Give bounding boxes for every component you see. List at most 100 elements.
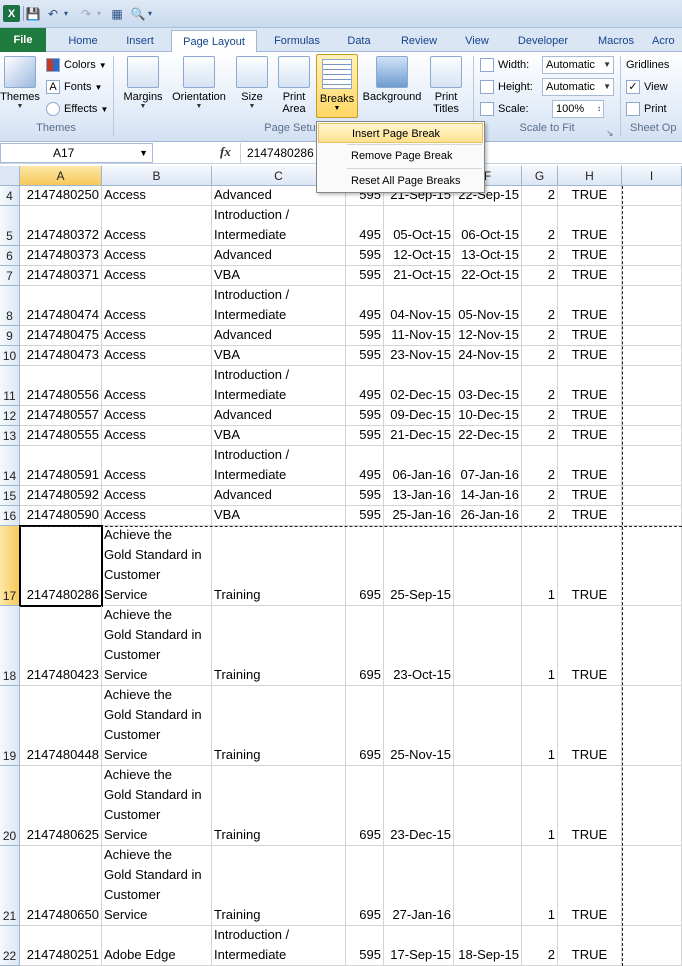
cell-d9[interactable]: 595 bbox=[346, 326, 384, 346]
cell-f5[interactable]: 06-Oct-15 bbox=[454, 206, 522, 246]
cell-e10[interactable]: 23-Nov-15 bbox=[384, 346, 454, 366]
tab-macros[interactable]: Macros bbox=[586, 30, 646, 52]
cell-c6[interactable]: Advanced bbox=[212, 246, 346, 266]
cell-f20[interactable] bbox=[454, 766, 522, 846]
undo-dropdown-icon[interactable]: ▾ bbox=[62, 5, 70, 22]
cell-i13[interactable] bbox=[622, 426, 682, 446]
cell-h5[interactable]: TRUE bbox=[558, 206, 622, 246]
cell-a11[interactable]: 2147480556 bbox=[20, 366, 102, 406]
cell-b20[interactable]: Achieve the Gold Standard in Customer Se… bbox=[102, 766, 212, 846]
cell-d12[interactable]: 595 bbox=[346, 406, 384, 426]
tab-developer[interactable]: Developer bbox=[508, 30, 578, 52]
cell-h22[interactable]: TRUE bbox=[558, 926, 622, 966]
cell-a16[interactable]: 2147480590 bbox=[20, 506, 102, 526]
cell-f16[interactable]: 26-Jan-16 bbox=[454, 506, 522, 526]
cell-a19[interactable]: 2147480448 bbox=[20, 686, 102, 766]
width-select[interactable]: Automatic ▼ bbox=[542, 56, 614, 74]
cell-f7[interactable]: 22-Oct-15 bbox=[454, 266, 522, 286]
cell-a8[interactable]: 2147480474 bbox=[20, 286, 102, 326]
cell-g11[interactable]: 2 bbox=[522, 366, 558, 406]
cell-h13[interactable]: TRUE bbox=[558, 426, 622, 446]
cell-b16[interactable]: Access bbox=[102, 506, 212, 526]
cell-e16[interactable]: 25-Jan-16 bbox=[384, 506, 454, 526]
colors-button[interactable]: Colors ▼ bbox=[46, 56, 107, 74]
cell-e12[interactable]: 09-Dec-15 bbox=[384, 406, 454, 426]
margins-button[interactable]: Margins ▼ bbox=[120, 56, 166, 111]
cell-h10[interactable]: TRUE bbox=[558, 346, 622, 366]
cell-g12[interactable]: 2 bbox=[522, 406, 558, 426]
tab-review[interactable]: Review bbox=[392, 30, 446, 52]
cell-i4[interactable] bbox=[622, 186, 682, 206]
tab-page-layout[interactable]: Page Layout bbox=[171, 30, 257, 53]
cell-d20[interactable]: 695 bbox=[346, 766, 384, 846]
cell-g15[interactable]: 2 bbox=[522, 486, 558, 506]
cell-b8[interactable]: Access bbox=[102, 286, 212, 326]
chart-icon[interactable]: ▦ bbox=[108, 5, 126, 22]
cell-c18[interactable]: Training bbox=[212, 606, 346, 686]
cell-h20[interactable]: TRUE bbox=[558, 766, 622, 846]
cell-g17[interactable]: 1 bbox=[522, 526, 558, 606]
cell-a21[interactable]: 2147480650 bbox=[20, 846, 102, 926]
row-header[interactable]: 20 bbox=[0, 766, 20, 846]
cell-f6[interactable]: 13-Oct-15 bbox=[454, 246, 522, 266]
cell-a20[interactable]: 2147480625 bbox=[20, 766, 102, 846]
cell-g20[interactable]: 1 bbox=[522, 766, 558, 846]
cell-i11[interactable] bbox=[622, 366, 682, 406]
cell-d17[interactable]: 695 bbox=[346, 526, 384, 606]
tab-file[interactable]: File bbox=[0, 28, 46, 52]
cell-b13[interactable]: Access bbox=[102, 426, 212, 446]
cell-d15[interactable]: 595 bbox=[346, 486, 384, 506]
cell-h19[interactable]: TRUE bbox=[558, 686, 622, 766]
cell-f10[interactable]: 24-Nov-15 bbox=[454, 346, 522, 366]
cell-g7[interactable]: 2 bbox=[522, 266, 558, 286]
cell-b21[interactable]: Achieve the Gold Standard in Customer Se… bbox=[102, 846, 212, 926]
cell-f14[interactable]: 07-Jan-16 bbox=[454, 446, 522, 486]
row-header[interactable]: 5 bbox=[0, 206, 20, 246]
cell-e9[interactable]: 11-Nov-15 bbox=[384, 326, 454, 346]
cell-d21[interactable]: 695 bbox=[346, 846, 384, 926]
row-header[interactable]: 11 bbox=[0, 366, 20, 406]
print-area-button[interactable]: Print Area bbox=[274, 56, 314, 115]
cell-g5[interactable]: 2 bbox=[522, 206, 558, 246]
redo-icon[interactable]: ↷ bbox=[78, 5, 94, 22]
cell-a22[interactable]: 2147480251 bbox=[20, 926, 102, 966]
cell-e6[interactable]: 12-Oct-15 bbox=[384, 246, 454, 266]
cell-g14[interactable]: 2 bbox=[522, 446, 558, 486]
tab-data[interactable]: Data bbox=[337, 30, 381, 52]
gridlines-view-checkbox[interactable]: ✓ View bbox=[626, 78, 668, 96]
cell-f17[interactable] bbox=[454, 526, 522, 606]
effects-button[interactable]: Effects ▼ bbox=[46, 100, 108, 118]
cell-f8[interactable]: 05-Nov-15 bbox=[454, 286, 522, 326]
cell-a14[interactable]: 2147480591 bbox=[20, 446, 102, 486]
cell-e21[interactable]: 27-Jan-16 bbox=[384, 846, 454, 926]
tab-view[interactable]: View bbox=[454, 30, 500, 52]
cell-g4[interactable]: 2 bbox=[522, 186, 558, 206]
cell-e14[interactable]: 06-Jan-16 bbox=[384, 446, 454, 486]
cell-h15[interactable]: TRUE bbox=[558, 486, 622, 506]
cell-i8[interactable] bbox=[622, 286, 682, 326]
cell-e5[interactable]: 05-Oct-15 bbox=[384, 206, 454, 246]
cell-h14[interactable]: TRUE bbox=[558, 446, 622, 486]
name-box[interactable]: A17 ▼ bbox=[0, 143, 153, 163]
cell-a13[interactable]: 2147480555 bbox=[20, 426, 102, 446]
cell-g19[interactable]: 1 bbox=[522, 686, 558, 766]
row-header[interactable]: 17 bbox=[0, 526, 20, 606]
row-header[interactable]: 21 bbox=[0, 846, 20, 926]
cell-i22[interactable] bbox=[622, 926, 682, 966]
cell-i15[interactable] bbox=[622, 486, 682, 506]
cell-b14[interactable]: Access bbox=[102, 446, 212, 486]
cell-b11[interactable]: Access bbox=[102, 366, 212, 406]
cell-e18[interactable]: 23-Oct-15 bbox=[384, 606, 454, 686]
cell-g21[interactable]: 1 bbox=[522, 846, 558, 926]
cell-g6[interactable]: 2 bbox=[522, 246, 558, 266]
cell-h9[interactable]: TRUE bbox=[558, 326, 622, 346]
cell-c19[interactable]: Training bbox=[212, 686, 346, 766]
select-all-corner[interactable] bbox=[0, 166, 20, 186]
cell-e22[interactable]: 17-Sep-15 bbox=[384, 926, 454, 966]
fonts-button[interactable]: A Fonts ▼ bbox=[46, 78, 102, 96]
cell-d16[interactable]: 595 bbox=[346, 506, 384, 526]
cell-i21[interactable] bbox=[622, 846, 682, 926]
row-header[interactable]: 18 bbox=[0, 606, 20, 686]
cell-d10[interactable]: 595 bbox=[346, 346, 384, 366]
cell-f21[interactable] bbox=[454, 846, 522, 926]
